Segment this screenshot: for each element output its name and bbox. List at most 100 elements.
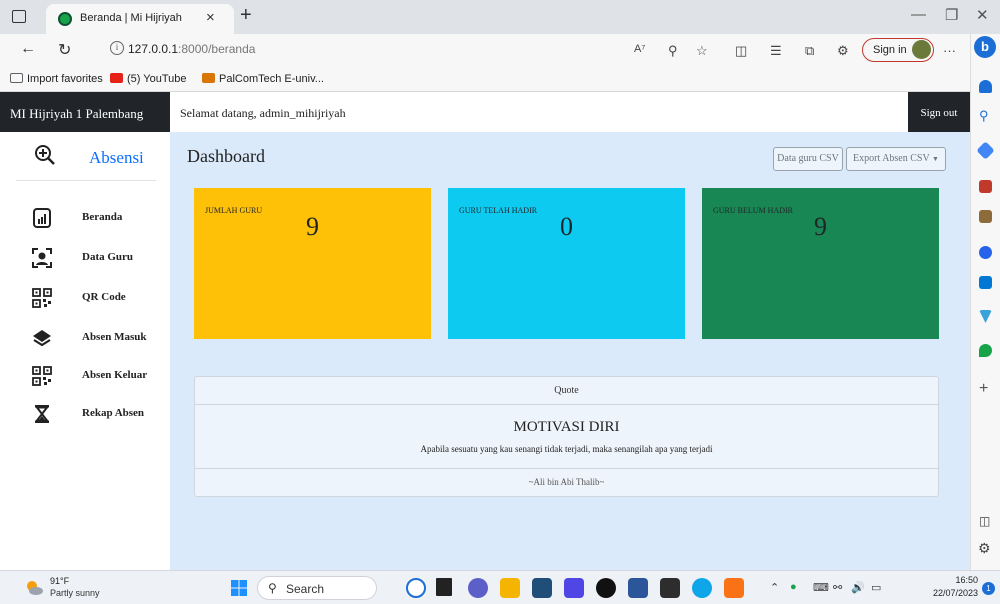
new-tab-button[interactable]: + (240, 4, 252, 27)
collections-icon[interactable]: ⧉ (805, 43, 814, 59)
windows-taskbar: 91°F Partly sunny ⚲ Search ⌃ ● ⌨ ⚯ 🔊 ▭ 1… (0, 570, 1000, 604)
keyboard-icon[interactable]: ⌨ (813, 581, 829, 594)
extensions-icon[interactable]: ⚙ (837, 43, 849, 59)
teams-chat-icon[interactable] (468, 578, 488, 598)
window-menu-icon[interactable] (12, 10, 26, 23)
data-guru-csv-button[interactable]: Data guru CSV (773, 147, 843, 171)
web-page: MI Hijriyah 1 Palembang Selamat datang, … (0, 92, 970, 570)
sidebar-item-label: Absen Masuk (82, 331, 147, 343)
tiktok-icon[interactable] (596, 578, 616, 598)
site-favicon-icon (58, 12, 72, 26)
terminal-icon[interactable] (660, 578, 680, 598)
sidebar-item-label: Rekap Absen (82, 407, 145, 419)
info-icon[interactable]: i (110, 41, 124, 55)
export-absen-csv-button[interactable]: Export Absen CSV ▼ (846, 147, 946, 171)
stat-card-jumlah-guru: JUMLAH GURU 9 (194, 188, 431, 339)
microsoft-store-icon[interactable] (532, 578, 552, 598)
clock-time[interactable]: 16:50 (948, 575, 978, 585)
tray-app-icon[interactable]: ● (790, 581, 797, 593)
sidebar-search-icon[interactable]: ⚲ (979, 108, 989, 124)
sidebar-item-qr-code[interactable]: QR Code (0, 284, 170, 316)
quote-author: ~Ali bin Abi Thalib~ (195, 468, 938, 496)
taskbar-search[interactable]: ⚲ Search (257, 576, 377, 600)
shopping-tag-icon[interactable] (976, 141, 995, 160)
bing-app-icon[interactable] (406, 578, 426, 598)
url-field[interactable]: i 127.0.0.1:8000/beranda (100, 38, 600, 62)
sign-in-label: Sign in (873, 44, 907, 56)
close-window-icon[interactable]: ✕ (976, 6, 989, 24)
sidebar-settings-icon[interactable]: ⚙ (978, 540, 991, 557)
tree-icon[interactable] (979, 344, 992, 357)
sidebar-nav: Absensi Beranda Data Guru QR Code Absen … (0, 132, 170, 570)
favorite-palcomtech[interactable]: PalComTech E-univ... (202, 73, 324, 85)
task-view-icon[interactable] (436, 578, 452, 596)
export-absen-label: Export Absen CSV (853, 153, 930, 164)
url-path: :8000/beranda (178, 42, 256, 56)
sidebar-item-label: Data Guru (82, 251, 134, 263)
caret-down-icon: ▼ (932, 155, 939, 163)
dashboard-main: Dashboard Data guru CSV Export Absen CSV… (170, 132, 970, 570)
games-icon[interactable] (979, 210, 992, 223)
add-sidebar-app-icon[interactable]: + (979, 380, 988, 398)
qr-code-icon (32, 366, 52, 386)
dashboard-icon (33, 208, 51, 228)
back-icon[interactable]: ← (20, 40, 36, 58)
clock-date[interactable]: 22/07/2023 (922, 588, 978, 598)
microsoft-365-icon[interactable] (979, 246, 992, 259)
favorites-list-icon[interactable]: ☰ (770, 43, 782, 59)
sidebar-item-label: Absen Keluar (82, 369, 148, 381)
bing-copilot-icon[interactable]: b (974, 36, 996, 58)
read-aloud-icon[interactable]: A⁷ (634, 43, 645, 55)
zoom-icon[interactable]: ⚲ (668, 43, 678, 59)
tab-close-button[interactable]: × (206, 9, 215, 26)
minimize-icon[interactable]: — (911, 6, 926, 23)
favorite-youtube[interactable]: (5) YouTube (110, 73, 187, 85)
sign-out-button[interactable]: Sign out (908, 92, 970, 132)
wifi-icon[interactable]: ⚯ (833, 581, 842, 594)
weather-temp: 91°F (50, 576, 70, 586)
sidebar-item-rekap-absen[interactable]: Rekap Absen (0, 400, 170, 432)
drop-icon[interactable] (979, 310, 992, 323)
file-explorer-icon[interactable] (500, 578, 520, 598)
browser-tab[interactable]: Beranda | Mi Hijriyah × (46, 4, 234, 34)
notification-badge[interactable]: 1 (982, 582, 995, 595)
volume-icon[interactable]: 🔊 (851, 581, 865, 594)
quote-text: Apabila sesuatu yang kau senangi tidak t… (420, 444, 713, 454)
hide-sidebar-icon[interactable]: ◫ (979, 514, 990, 528)
favorite-label: (5) YouTube (127, 73, 187, 85)
app-brand[interactable]: MI Hijriyah 1 Palembang (0, 92, 170, 132)
xampp-icon[interactable] (724, 578, 744, 598)
stat-card-guru-hadir: GURU TELAH HADIR 0 (448, 188, 685, 339)
partly-sunny-icon[interactable] (24, 578, 44, 598)
split-screen-icon[interactable]: ◫ (735, 43, 747, 59)
restore-icon[interactable]: ❐ (945, 6, 958, 24)
outlook-icon[interactable] (979, 276, 992, 289)
url-text: 127.0.0.1:8000/beranda (128, 42, 255, 56)
sidebar-item-data-guru[interactable]: Data Guru (0, 244, 170, 276)
visual-studio-icon[interactable] (564, 578, 584, 598)
tab-title: Beranda | Mi Hijriyah (80, 12, 182, 24)
profile-avatar (912, 40, 931, 59)
show-hidden-icons[interactable]: ⌃ (770, 581, 779, 594)
quote-header: Quote (195, 377, 938, 405)
youtube-icon (110, 73, 123, 83)
word-icon[interactable] (628, 578, 648, 598)
tools-briefcase-icon[interactable] (979, 180, 992, 193)
windows-start-icon[interactable] (231, 580, 247, 596)
sidebar-item-absen-masuk[interactable]: Absen Masuk (0, 324, 170, 356)
sign-in-button[interactable]: Sign in (862, 38, 934, 62)
sidebar-item-absen-keluar[interactable]: Absen Keluar (0, 362, 170, 394)
url-host: 127.0.0.1 (128, 42, 179, 56)
favorite-import[interactable]: Import favorites (10, 73, 103, 85)
favorite-star-icon[interactable]: ☆ (696, 43, 708, 59)
edge-icon[interactable] (692, 578, 712, 598)
hourglass-icon (34, 405, 50, 423)
sidebar-item-beranda[interactable]: Beranda (0, 204, 170, 236)
refresh-icon[interactable]: ↻ (58, 40, 71, 60)
layers-icon (33, 330, 51, 347)
battery-icon[interactable]: ▭ (871, 581, 881, 594)
more-menu-icon[interactable]: ··· (943, 43, 956, 58)
card-value: 0 (560, 212, 573, 241)
import-icon (10, 73, 23, 83)
notification-bell-icon[interactable] (979, 80, 992, 93)
